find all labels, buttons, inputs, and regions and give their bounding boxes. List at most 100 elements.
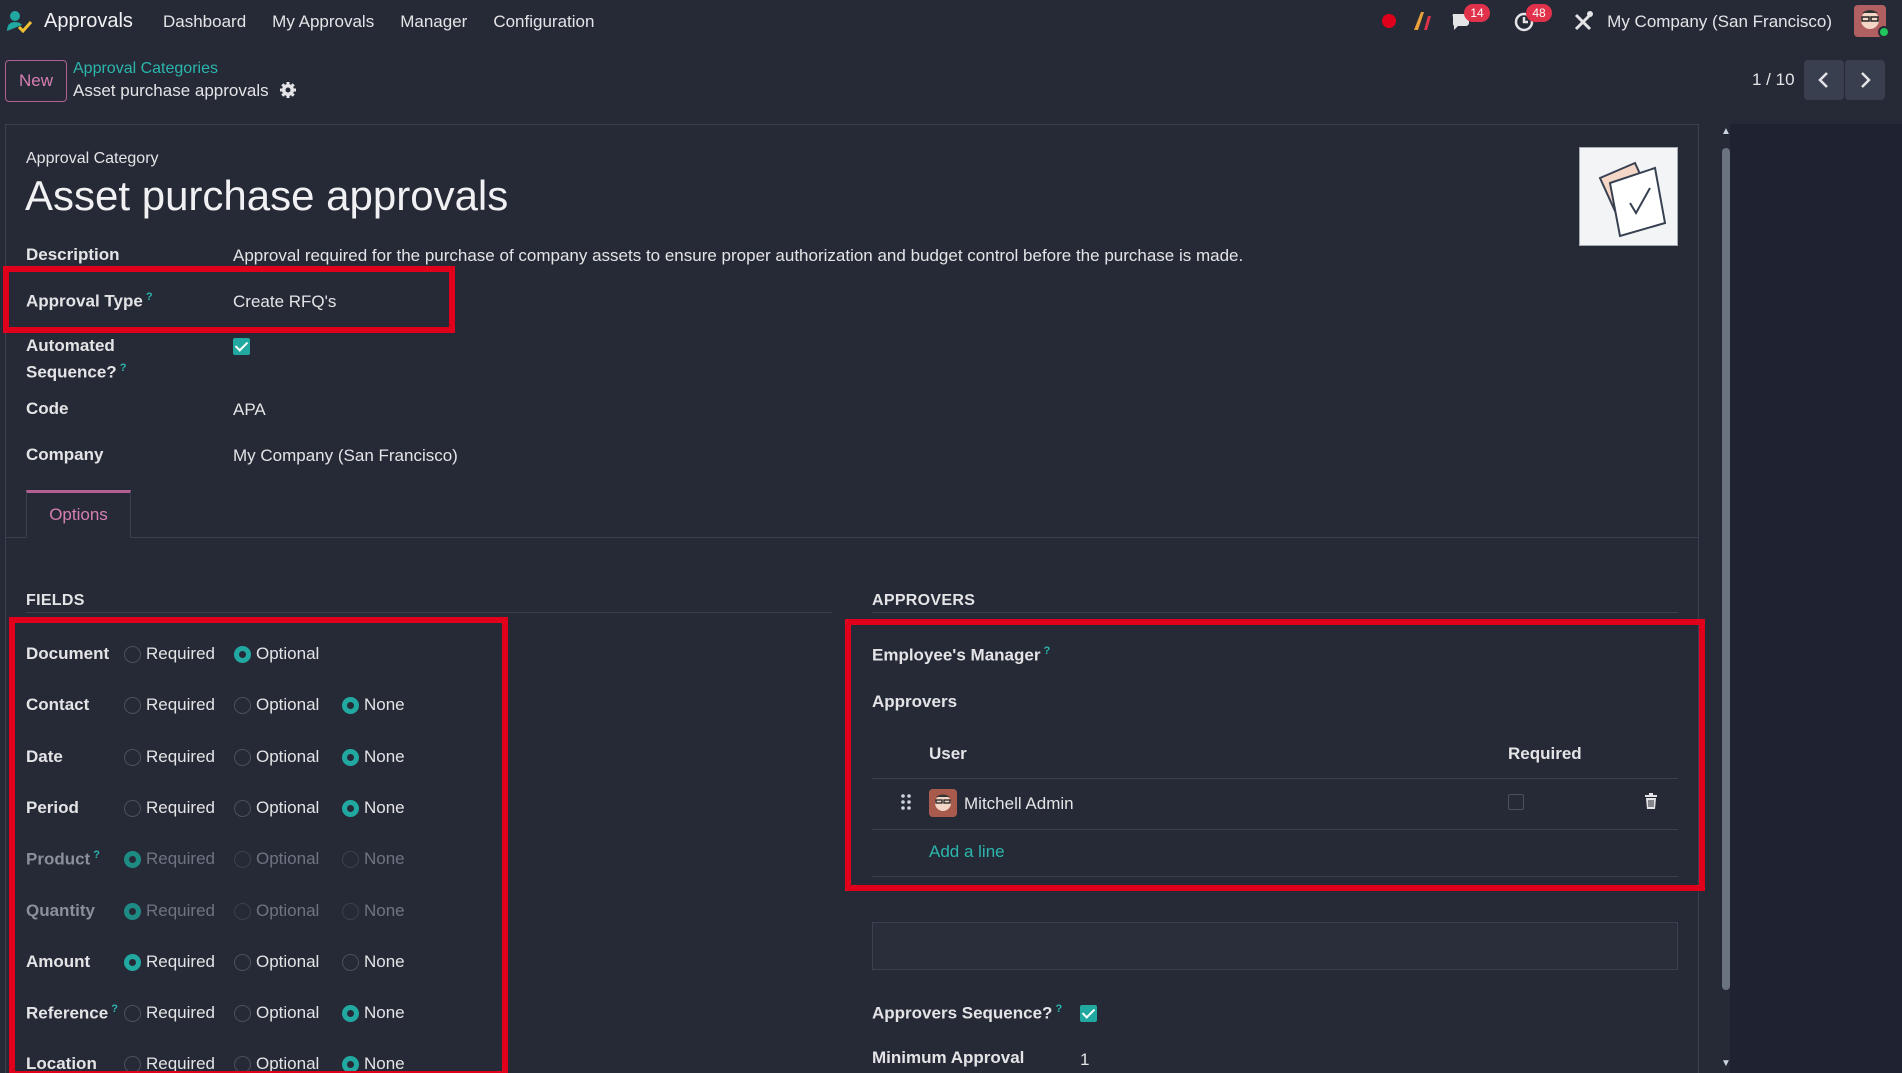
approvers-label: Approvers (872, 692, 958, 711)
company-switcher[interactable]: My Company (San Francisco) (1607, 12, 1832, 32)
radio-none-label[interactable]: None (364, 747, 405, 767)
help-icon[interactable]: ? (146, 291, 153, 303)
radio-required[interactable] (124, 954, 141, 971)
messages-systray[interactable]: 14 (1450, 4, 1490, 34)
approval-type-value[interactable]: Create RFQ's (233, 292, 336, 312)
menu-configuration[interactable]: Configuration (493, 12, 594, 32)
radio-optional-label[interactable]: Optional (256, 695, 319, 715)
menu-manager[interactable]: Manager (400, 12, 467, 32)
activities-badge: 48 (1526, 4, 1552, 22)
minimum-approval-value[interactable]: 1 (1080, 1050, 1089, 1070)
radio-required-label[interactable]: Required (146, 1003, 215, 1023)
activities-systray[interactable]: 48 (1512, 4, 1552, 34)
radio-none[interactable] (342, 1056, 359, 1073)
messages-badge: 14 (1464, 4, 1490, 22)
empty-field-box[interactable] (872, 922, 1678, 970)
radio-none[interactable] (342, 800, 359, 817)
radio-none-label[interactable]: None (364, 1003, 405, 1023)
radio-optional[interactable] (234, 954, 251, 971)
radio-required[interactable] (124, 646, 141, 663)
radio-optional[interactable] (234, 800, 251, 817)
drag-handle-icon[interactable] (900, 793, 912, 811)
radio-required-label[interactable]: Required (146, 695, 215, 715)
radio-none[interactable] (342, 1005, 359, 1022)
radio-none-label[interactable]: None (364, 798, 405, 818)
code-label: Code (26, 399, 69, 418)
radio-required-label[interactable]: Required (146, 644, 215, 664)
radio-optional-label[interactable]: Optional (256, 747, 319, 767)
record-title[interactable]: Asset purchase approvals (25, 172, 508, 220)
employees-manager-label-text: Employee's Manager (872, 645, 1041, 665)
radio-required-label[interactable]: Required (146, 952, 215, 972)
approver-user-name[interactable]: Mitchell Admin (964, 794, 1074, 814)
radio-none-label[interactable]: None (364, 952, 405, 972)
pager-value[interactable]: 1 / 10 (1752, 70, 1795, 90)
field-label: Document (26, 644, 109, 664)
radio-required[interactable] (124, 1056, 141, 1073)
column-header-user[interactable]: User (929, 744, 967, 764)
description-value[interactable]: Approval required for the purchase of co… (233, 246, 1243, 266)
right-gutter (1730, 124, 1902, 1073)
radio-none-label[interactable]: None (364, 695, 405, 715)
radio-none-label[interactable]: None (364, 1054, 405, 1073)
field-label: Reference? (26, 1003, 118, 1024)
radio-optional-label[interactable]: Optional (256, 798, 319, 818)
approvers-sequence-checkbox[interactable] (1080, 1005, 1097, 1022)
menu-dashboard[interactable]: Dashboard (163, 12, 246, 32)
field-label-text: Location (26, 1054, 97, 1073)
company-value[interactable]: My Company (San Francisco) (233, 446, 458, 466)
approver-required-checkbox[interactable] (1508, 794, 1524, 810)
trash-icon[interactable] (1644, 793, 1658, 809)
radio-optional[interactable] (234, 749, 251, 766)
menu-my-approvals[interactable]: My Approvals (272, 12, 374, 32)
help-icon[interactable]: ? (111, 1003, 118, 1015)
field-label: Product? (26, 849, 100, 870)
radio-none[interactable] (342, 749, 359, 766)
radio-required[interactable] (124, 800, 141, 817)
tools-icon[interactable] (1571, 8, 1597, 34)
help-icon[interactable]: ? (93, 849, 100, 861)
radio-none[interactable] (342, 954, 359, 971)
breadcrumb-approval-categories[interactable]: Approval Categories (73, 60, 218, 78)
radio-optional-label[interactable]: Optional (256, 1003, 319, 1023)
code-value[interactable]: APA (233, 400, 266, 420)
radio-optional[interactable] (234, 1056, 251, 1073)
column-header-required[interactable]: Required (1508, 744, 1582, 764)
scroll-up-arrow-icon[interactable]: ▲ (1720, 126, 1732, 137)
help-icon[interactable]: ? (1055, 1003, 1062, 1015)
add-a-line-link[interactable]: Add a line (929, 842, 1005, 862)
scrollbar-thumb[interactable] (1722, 148, 1730, 990)
radio-optional[interactable] (234, 646, 251, 663)
radio-optional-label[interactable]: Optional (256, 952, 319, 972)
new-button[interactable]: New (5, 60, 67, 102)
field-row-date: Date Required Optional None (26, 743, 506, 771)
radio-optional-label[interactable]: Optional (256, 1054, 319, 1073)
field-row-document: Document Required Optional (26, 640, 506, 668)
table-row-divider (872, 829, 1678, 830)
approvals-app-icon[interactable] (6, 9, 32, 33)
radio-none[interactable] (342, 697, 359, 714)
automated-sequence-checkbox[interactable] (233, 338, 250, 355)
radio-required[interactable] (124, 749, 141, 766)
help-icon[interactable]: ? (1043, 645, 1050, 657)
radio-required-label[interactable]: Required (146, 798, 215, 818)
studio-icon[interactable] (1410, 8, 1436, 34)
automated-sequence-label-line1: Automated (26, 336, 115, 355)
field-label-text: Period (26, 798, 79, 817)
radio-optional-label[interactable]: Optional (256, 644, 319, 664)
pager-previous-button[interactable] (1804, 60, 1844, 100)
category-image[interactable] (1579, 147, 1678, 246)
scroll-down-arrow-icon[interactable]: ▼ (1720, 1058, 1732, 1069)
radio-optional[interactable] (234, 1005, 251, 1022)
tab-options[interactable]: Options (26, 490, 131, 538)
pager-next-button[interactable] (1845, 60, 1885, 100)
app-name[interactable]: Approvals (44, 10, 133, 33)
record-icon[interactable] (1376, 8, 1402, 34)
radio-required-label[interactable]: Required (146, 747, 215, 767)
radio-required-label[interactable]: Required (146, 1054, 215, 1073)
radio-required[interactable] (124, 1005, 141, 1022)
help-icon[interactable]: ? (120, 362, 127, 374)
gear-icon[interactable] (279, 81, 297, 99)
radio-required[interactable] (124, 697, 141, 714)
radio-optional[interactable] (234, 697, 251, 714)
